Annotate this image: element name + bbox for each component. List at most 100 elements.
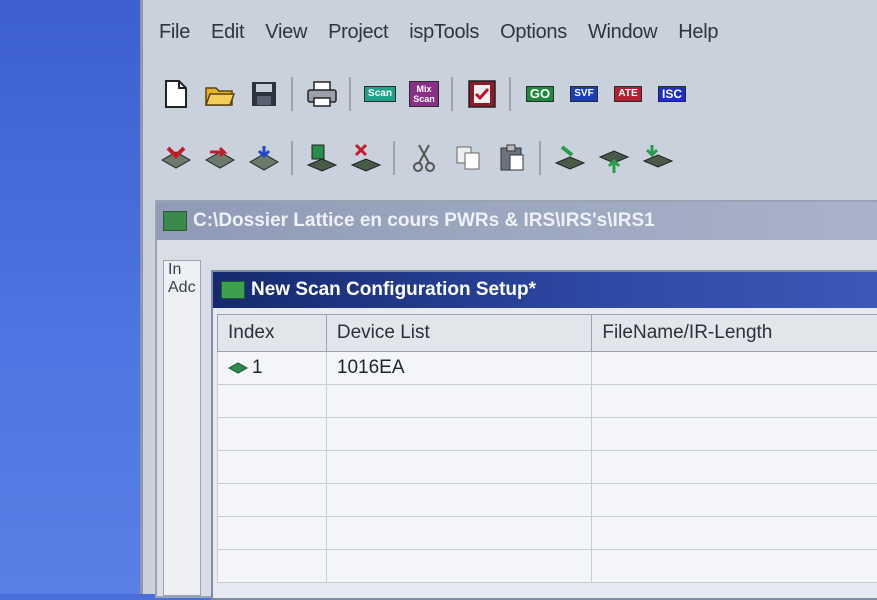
table-row[interactable] (218, 517, 877, 550)
check-button[interactable] (465, 77, 499, 111)
toolbar-separator (349, 77, 351, 111)
cell-filename[interactable] (592, 385, 877, 418)
cell-filename[interactable] (592, 352, 877, 385)
menu-help[interactable]: Help (678, 21, 718, 44)
cut-button[interactable] (407, 141, 441, 175)
isp-app-window: File Edit View Project ispTools Options … (140, 0, 877, 594)
cell-device[interactable]: 1016EA (326, 352, 591, 385)
device-red-arrow-icon (204, 144, 236, 172)
mix-scan-button[interactable]: Mix Scan (407, 77, 441, 111)
copy-icon (454, 144, 482, 172)
project-window-title: C:\Dossier Lattice en cours PWRs & IRS\I… (193, 210, 655, 232)
project-left-row[interactable]: Adc (164, 279, 200, 297)
cell-filename[interactable] (592, 484, 877, 517)
toolbar-separator (509, 77, 511, 111)
svf-button[interactable]: SVF (567, 77, 601, 111)
column-header-filename[interactable]: FileName/IR-Length (592, 315, 877, 352)
menu-window[interactable]: Window (588, 21, 657, 44)
ate-icon: ATE (614, 86, 641, 102)
menu-edit[interactable]: Edit (211, 21, 244, 44)
device-red-arrow-button[interactable] (203, 141, 237, 175)
svf-icon: SVF (570, 86, 597, 102)
table-row[interactable] (218, 385, 877, 418)
menu-view[interactable]: View (265, 21, 307, 44)
paste-icon (498, 143, 526, 173)
save-icon (250, 80, 278, 108)
toolbar-separator (393, 141, 395, 175)
device-red-button[interactable] (159, 141, 193, 175)
menu-isptools[interactable]: ispTools (409, 21, 479, 44)
project-window: C:\Dossier Lattice en cours PWRs & IRS\I… (155, 200, 877, 598)
print-button[interactable] (305, 77, 339, 111)
go-icon: GO (526, 86, 554, 102)
copy-button[interactable] (451, 141, 485, 175)
menu-bar: File Edit View Project ispTools Options … (159, 10, 739, 54)
cell-index[interactable] (218, 517, 327, 550)
paste-button[interactable] (495, 141, 529, 175)
device-add-icon (306, 143, 338, 173)
toolbar-separator (451, 77, 453, 111)
table-row[interactable] (218, 484, 877, 517)
new-file-icon (163, 79, 189, 109)
cell-device[interactable] (326, 385, 591, 418)
new-file-button[interactable] (159, 77, 193, 111)
cell-device[interactable] (326, 484, 591, 517)
cell-filename[interactable] (592, 451, 877, 484)
check-icon (467, 79, 497, 109)
device-table: Index Device List FileName/IR-Length 1 1… (217, 314, 877, 583)
project-window-title-bar[interactable]: C:\Dossier Lattice en cours PWRs & IRS\I… (157, 202, 877, 240)
scan-button[interactable]: Scan (363, 77, 397, 111)
table-row[interactable] (218, 550, 877, 583)
toolbar-separator (539, 141, 541, 175)
menu-file[interactable]: File (159, 21, 190, 44)
device-toolbar (159, 130, 685, 186)
move-up-button[interactable] (597, 141, 631, 175)
device-blue-icon (248, 144, 280, 172)
move-button[interactable] (553, 141, 587, 175)
cell-index[interactable] (218, 484, 327, 517)
column-header-device-list[interactable]: Device List (326, 315, 591, 352)
menu-project[interactable]: Project (328, 21, 388, 44)
cell-filename[interactable] (592, 550, 877, 583)
cell-index[interactable] (218, 385, 327, 418)
project-window-icon (163, 211, 187, 231)
cell-filename[interactable] (592, 418, 877, 451)
table-row[interactable] (218, 451, 877, 484)
open-button[interactable] (203, 77, 237, 111)
save-button[interactable] (247, 77, 281, 111)
move-down-button[interactable] (641, 141, 675, 175)
isc-icon: ISC (658, 86, 686, 102)
device-blue-button[interactable] (247, 141, 281, 175)
main-toolbar: Scan Mix Scan GO SVF ATE ISC (159, 66, 699, 122)
device-remove-button[interactable] (349, 141, 383, 175)
table-row[interactable]: 1 1016EA (218, 352, 877, 385)
device-add-button[interactable] (305, 141, 339, 175)
cell-device[interactable] (326, 550, 591, 583)
cell-index[interactable]: 1 (218, 352, 327, 385)
device-chip-icon (228, 361, 248, 375)
cell-index[interactable] (218, 451, 327, 484)
scan-config-window-icon (221, 281, 245, 299)
ate-button[interactable]: ATE (611, 77, 645, 111)
scan-config-title: New Scan Configuration Setup* (251, 279, 536, 301)
cell-index[interactable] (218, 550, 327, 583)
column-header-index[interactable]: Index (218, 315, 327, 352)
menu-options[interactable]: Options (500, 21, 567, 44)
mix-scan-icon: Mix Scan (409, 81, 439, 107)
scan-config-window: New Scan Configuration Setup* Index Devi… (211, 270, 877, 600)
device-red-icon (160, 144, 192, 172)
move-icon (554, 143, 586, 173)
project-left-header: In (164, 261, 200, 279)
cut-icon (412, 143, 436, 173)
cell-device[interactable] (326, 451, 591, 484)
cell-filename[interactable] (592, 517, 877, 550)
cell-device[interactable] (326, 517, 591, 550)
open-folder-icon (204, 80, 236, 108)
cell-index[interactable] (218, 418, 327, 451)
go-button[interactable]: GO (523, 77, 557, 111)
cell-device[interactable] (326, 418, 591, 451)
device-remove-icon (350, 143, 382, 173)
table-row[interactable] (218, 418, 877, 451)
isc-button[interactable]: ISC (655, 77, 689, 111)
scan-config-title-bar[interactable]: New Scan Configuration Setup* (213, 272, 877, 308)
